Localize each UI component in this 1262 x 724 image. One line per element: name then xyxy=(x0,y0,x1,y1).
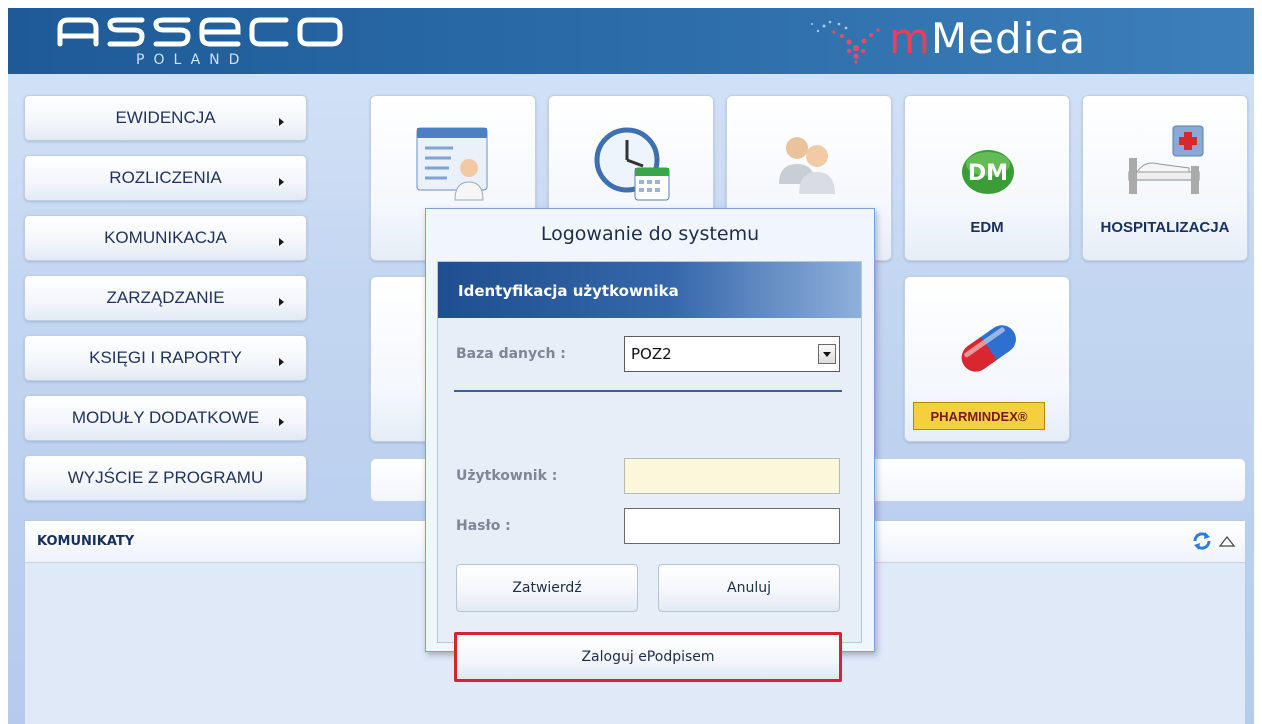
cancel-button[interactable]: Anuluj xyxy=(658,564,840,612)
mmedica-wordmark: mMedica xyxy=(889,14,1087,63)
login-panel: Identyfikacja użytkownika Baza danych : … xyxy=(437,261,862,682)
form-divider xyxy=(454,390,842,392)
submenu-arrow-icon xyxy=(279,418,284,426)
tile-label: EDM xyxy=(970,219,1004,236)
menu-moduly-dodatkowe[interactable]: MODUŁY DODATKOWE xyxy=(24,395,307,441)
menu-zarzadzanie[interactable]: ZARZĄDZANIE xyxy=(24,275,307,321)
edm-icon: DM xyxy=(962,150,1014,194)
confirm-button[interactable]: Zatwierdź xyxy=(456,564,638,612)
submenu-arrow-icon xyxy=(279,178,284,186)
mmedica-dots-icon xyxy=(811,20,880,64)
dialog-title: Logowanie do systemu xyxy=(540,223,760,245)
login-form: Baza danych : POZ2 Użytkownik : Hasło : … xyxy=(438,318,861,682)
password-input[interactable] xyxy=(624,508,840,544)
submenu-arrow-icon xyxy=(279,298,284,306)
menu-ewidencja[interactable]: EWIDENCJA xyxy=(24,95,307,141)
database-value: POZ2 xyxy=(631,345,672,363)
pharmindex-badge: PHARMINDEX® xyxy=(913,402,1045,430)
database-select[interactable]: POZ2 xyxy=(624,336,840,372)
tile-label: HOSPITALIZACJA xyxy=(1100,219,1230,236)
section-title: Identyfikacja użytkownika xyxy=(458,282,679,300)
menu-wyjscie-z-programu[interactable]: WYJŚCIE Z PROGRAMU xyxy=(24,455,307,501)
komunikaty-title: KOMUNIKATY xyxy=(37,534,135,549)
clock-calendar-icon xyxy=(594,127,670,201)
menu-label: MODUŁY DODATKOWE xyxy=(71,408,260,427)
menu-rozliczenia[interactable]: ROZLICZENIA xyxy=(24,155,307,201)
brand-subtitle: POLAND xyxy=(136,52,249,68)
menu-label: KSIĘGI I RAPORTY xyxy=(89,348,242,367)
edm-icon-text: DM xyxy=(968,161,1008,186)
chevron-down-icon[interactable] xyxy=(818,344,836,364)
tile-hospitalizacja[interactable]: HOSPITALIZACJA xyxy=(1082,95,1248,261)
menu-komunikacja[interactable]: KOMUNIKACJA xyxy=(24,215,307,261)
section-header: Identyfikacja użytkownika xyxy=(438,262,861,318)
header-bar: POLAND mMedica xyxy=(8,8,1254,74)
menu-label: KOMUNIKACJA xyxy=(104,228,227,247)
people-icon xyxy=(779,137,835,194)
menu-label: ZARZĄDZANIE xyxy=(106,288,225,307)
user-input[interactable] xyxy=(624,458,840,494)
menu-label: EWIDENCJA xyxy=(115,108,216,127)
database-label: Baza danych : xyxy=(456,346,566,362)
refresh-icon[interactable] xyxy=(1191,531,1213,551)
login-dialog: Logowanie do systemu Identyfikacja użytk… xyxy=(425,208,875,682)
submenu-arrow-icon xyxy=(279,358,284,366)
mmedica-logo: mMedica xyxy=(794,14,1194,70)
hospital-bed-icon xyxy=(1128,125,1204,194)
menu-label: ROZLICZENIA xyxy=(109,168,222,187)
menu-label: WYJŚCIE Z PROGRAMU xyxy=(67,468,264,487)
collapse-icon[interactable] xyxy=(1219,535,1235,547)
esignature-login-button[interactable]: Zaloguj ePodpisem xyxy=(454,632,842,682)
password-label: Hasło : xyxy=(456,518,511,534)
tile-pharmindex[interactable]: PHARMINDEX® xyxy=(904,276,1070,442)
pharmindex-icon xyxy=(961,325,1016,372)
user-label: Użytkownik : xyxy=(456,468,558,484)
menu-ksiegi-i-raporty[interactable]: KSIĘGI I RAPORTY xyxy=(24,335,307,381)
asseco-wordmark-icon xyxy=(57,17,343,47)
submenu-arrow-icon xyxy=(279,238,284,246)
tile-edm[interactable]: DM EDM xyxy=(904,95,1070,261)
submenu-arrow-icon xyxy=(279,118,284,126)
asseco-logo: POLAND xyxy=(54,14,344,70)
registration-card-icon xyxy=(416,127,488,201)
